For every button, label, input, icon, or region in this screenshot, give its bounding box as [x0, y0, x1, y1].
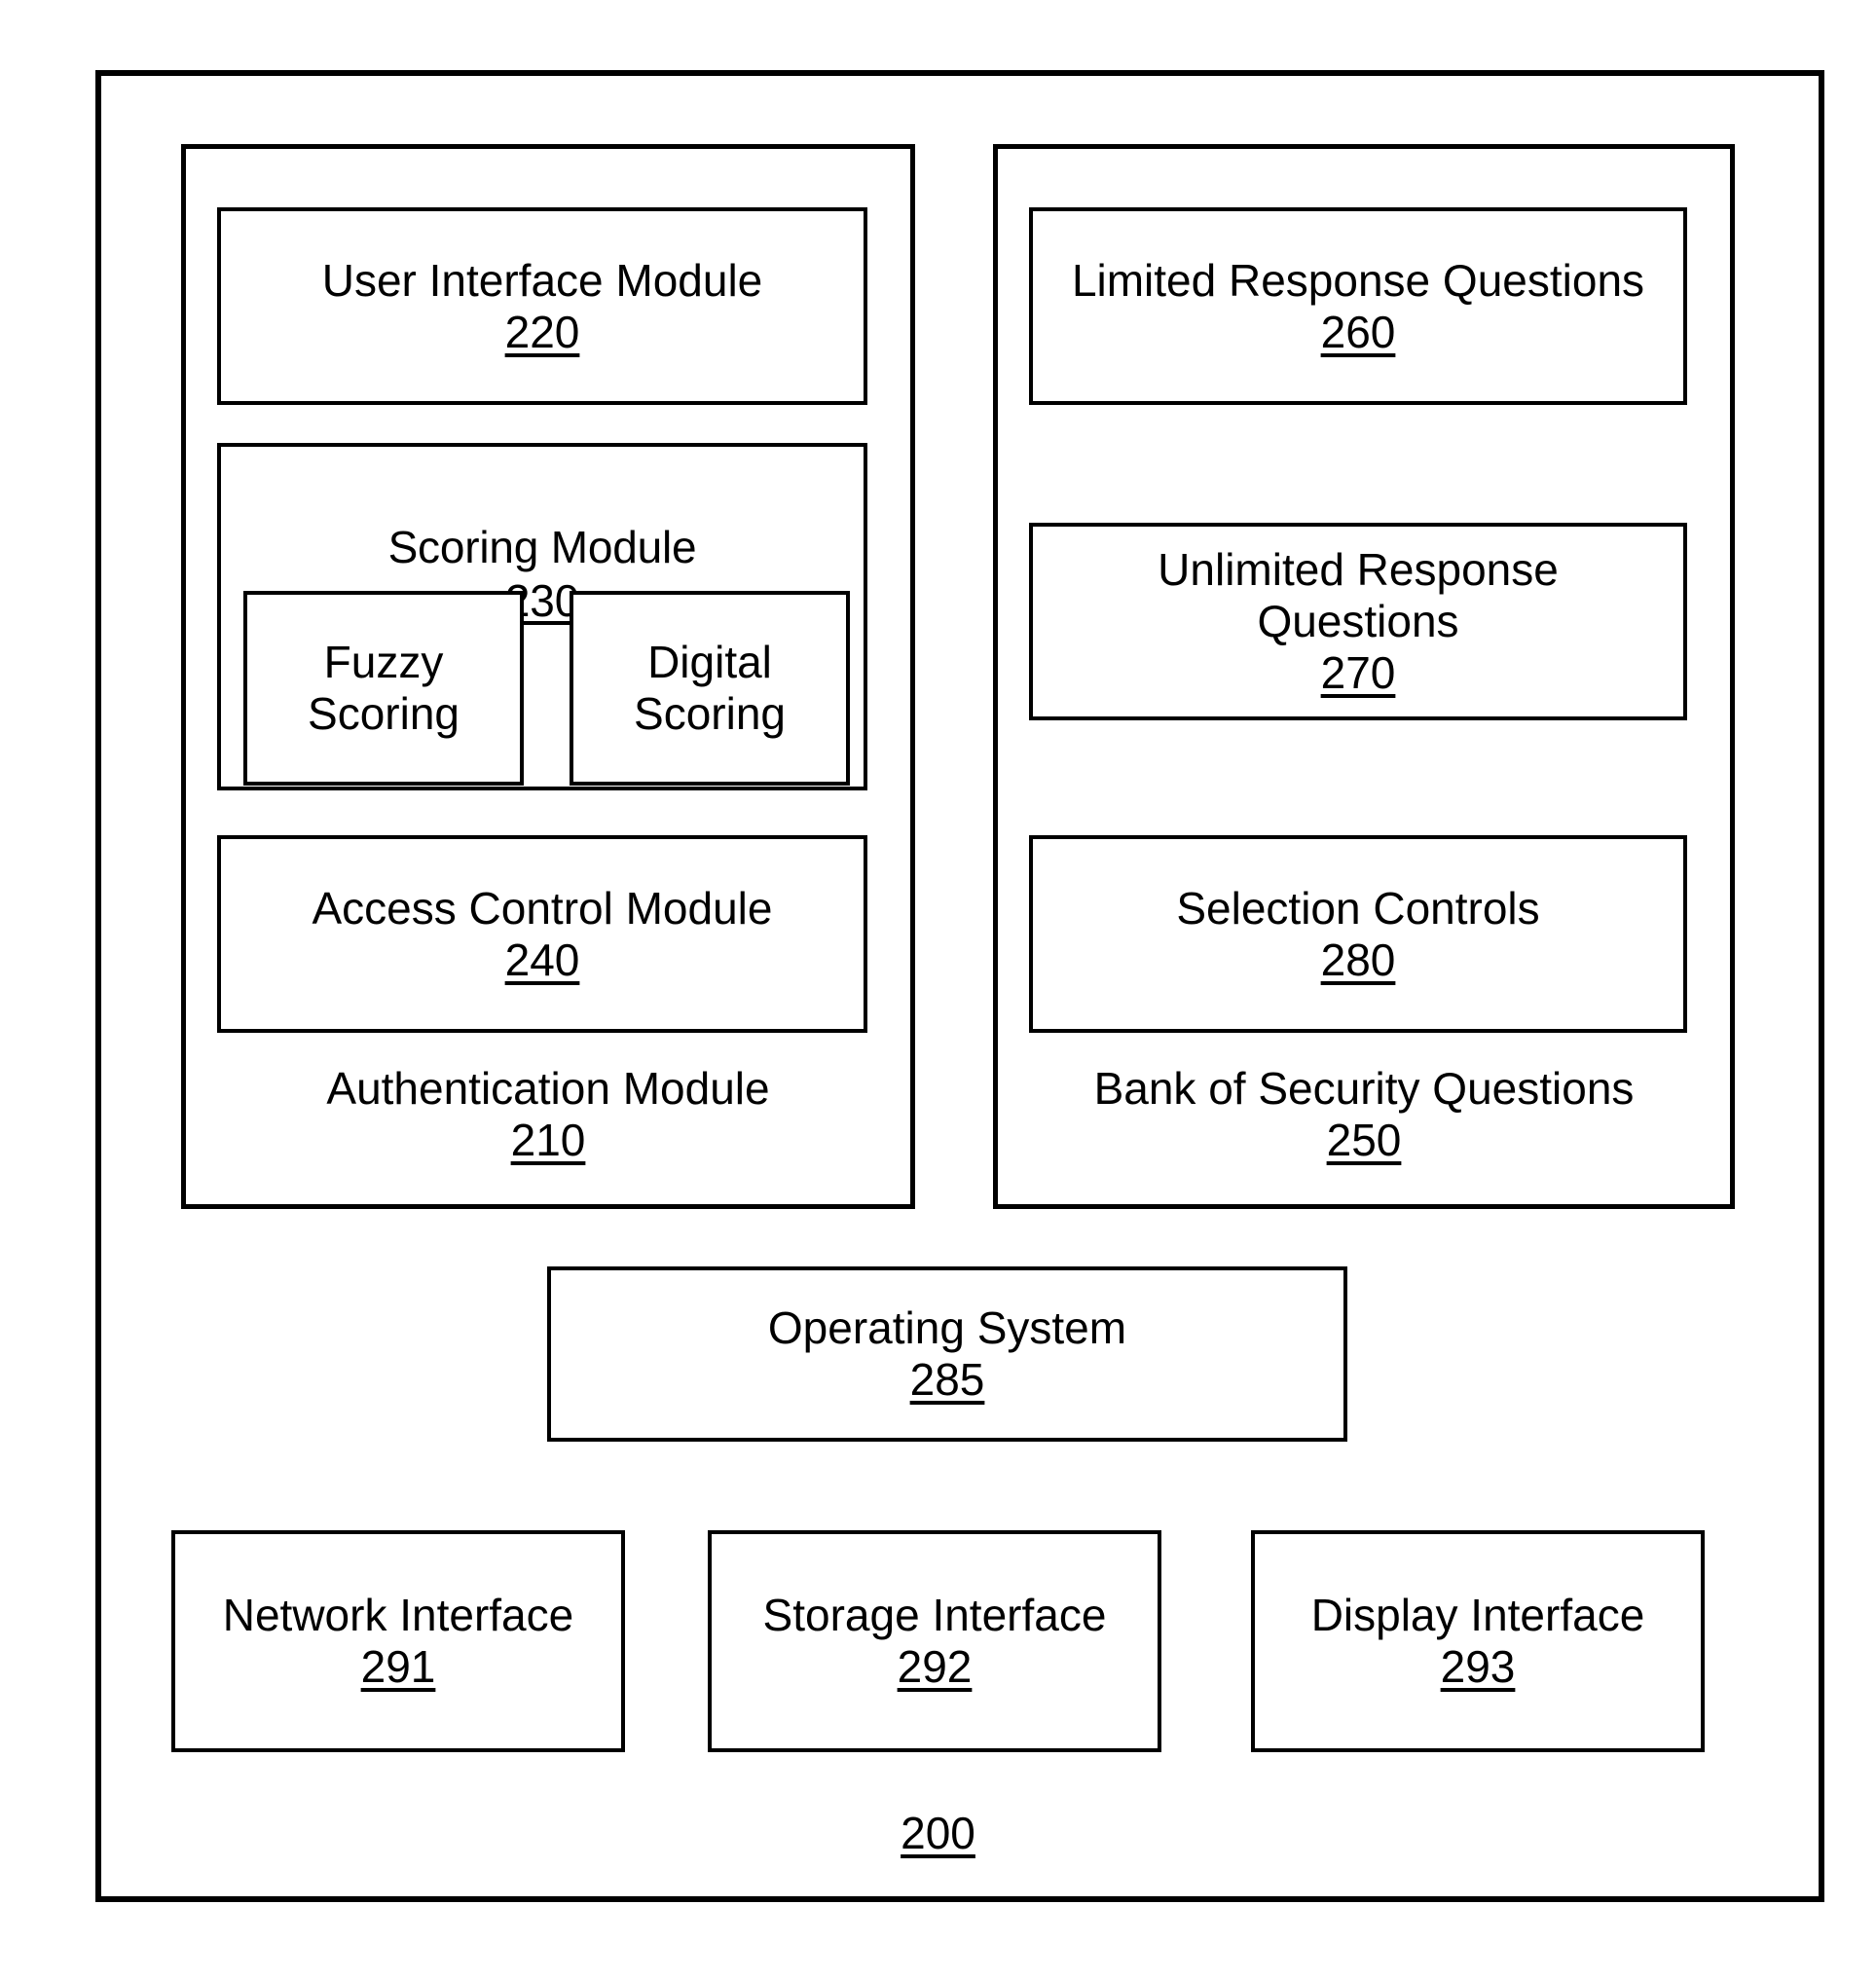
access-control-module-box: Access Control Module 240: [217, 835, 867, 1033]
access-control-module-title: Access Control Module: [312, 882, 773, 934]
fuzzy-scoring-box: Fuzzy Scoring: [243, 591, 524, 786]
operating-system-box: Operating System 285: [547, 1266, 1347, 1442]
limited-response-questions-content: Limited Response Questions 260: [1033, 211, 1683, 401]
digital-scoring-box: Digital Scoring: [570, 591, 850, 786]
limited-response-questions-box: Limited Response Questions 260: [1029, 207, 1687, 405]
display-interface-ref: 293: [1440, 1641, 1516, 1692]
storage-interface-box: Storage Interface 292: [708, 1530, 1161, 1752]
network-interface-ref: 291: [360, 1641, 436, 1692]
user-interface-module-content: User Interface Module 220: [221, 211, 864, 401]
limited-response-questions-title: Limited Response Questions: [1071, 254, 1645, 306]
selection-controls-content: Selection Controls 280: [1033, 839, 1683, 1029]
network-interface-title: Network Interface: [222, 1590, 574, 1641]
storage-interface-title: Storage Interface: [762, 1590, 1107, 1641]
digital-scoring-content: Digital Scoring: [573, 595, 846, 782]
figure-number-text: 200: [901, 1808, 975, 1858]
access-control-module-content: Access Control Module 240: [221, 839, 864, 1029]
fuzzy-scoring-content: Fuzzy Scoring: [247, 595, 520, 782]
scoring-module-title: Scoring Module: [387, 522, 697, 573]
unlimited-response-questions-content: Unlimited Response Questions 270: [1033, 527, 1683, 716]
display-interface-title: Display Interface: [1310, 1590, 1645, 1641]
digital-scoring-title: Digital Scoring: [634, 637, 786, 739]
user-interface-module-title: User Interface Module: [321, 254, 763, 306]
operating-system-content: Operating System 285: [551, 1270, 1343, 1438]
operating-system-ref: 285: [909, 1354, 985, 1405]
storage-interface-ref: 292: [897, 1641, 973, 1692]
operating-system-title: Operating System: [767, 1302, 1127, 1354]
user-interface-module-ref: 220: [504, 306, 580, 357]
unlimited-response-questions-ref: 270: [1320, 646, 1396, 698]
network-interface-box: Network Interface 291: [171, 1530, 625, 1752]
fuzzy-scoring-title: Fuzzy Scoring: [308, 637, 460, 739]
bank-of-security-questions-caption: Bank of Security Questions 250: [993, 1063, 1735, 1167]
limited-response-questions-ref: 260: [1320, 306, 1396, 357]
bank-of-security-questions-caption-text: Bank of Security Questions: [1093, 1063, 1635, 1114]
unlimited-response-questions-box: Unlimited Response Questions 270: [1029, 523, 1687, 720]
storage-interface-content: Storage Interface 292: [712, 1534, 1158, 1748]
bank-of-security-questions-caption-ref: 250: [1326, 1115, 1402, 1166]
access-control-module-ref: 240: [504, 934, 580, 985]
selection-controls-box: Selection Controls 280: [1029, 835, 1687, 1033]
authentication-module-caption: Authentication Module 210: [181, 1063, 915, 1167]
unlimited-response-questions-title: Unlimited Response Questions: [1158, 544, 1559, 647]
authentication-module-caption-ref: 210: [510, 1115, 586, 1166]
user-interface-module-box: User Interface Module 220: [217, 207, 867, 405]
network-interface-content: Network Interface 291: [175, 1534, 621, 1748]
display-interface-content: Display Interface 293: [1255, 1534, 1701, 1748]
figure-number: 200: [0, 1807, 1876, 1859]
authentication-module-caption-text: Authentication Module: [326, 1063, 770, 1114]
display-interface-box: Display Interface 293: [1251, 1530, 1705, 1752]
selection-controls-title: Selection Controls: [1176, 882, 1540, 934]
patent-figure-200: User Interface Module 220 Scoring Module…: [0, 0, 1876, 1979]
selection-controls-ref: 280: [1320, 934, 1396, 985]
